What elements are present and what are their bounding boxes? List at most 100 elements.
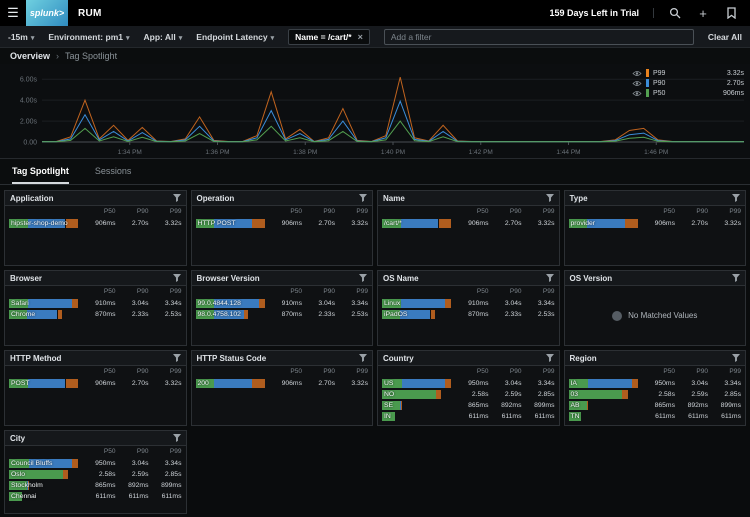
card-body: P50P90P9999.0.4844.128910ms3.04s3.34s98.… — [192, 286, 373, 345]
card-header: Application — [5, 191, 186, 206]
breadcrumb: Overview › Tag Spotlight — [0, 48, 750, 64]
card-browser: BrowserP50P90P99Safari910ms3.04s3.34sChr… — [4, 270, 187, 346]
tag-row[interactable]: Safari910ms3.04s3.34s — [9, 298, 182, 308]
tag-row[interactable]: Chennai611ms611ms611ms — [9, 491, 182, 501]
search-icon[interactable] — [668, 6, 682, 20]
splunk-logo[interactable]: splunk> — [26, 0, 68, 26]
y-axis-tick: 0.00 — [23, 140, 37, 147]
column-header: P90 — [675, 208, 708, 217]
tag-row[interactable]: 032.58s2.59s2.85s — [569, 389, 742, 399]
tag-row[interactable]: Stockholm865ms892ms899ms — [9, 480, 182, 490]
percentile-value: 2.53s — [522, 311, 555, 318]
breadcrumb-overview-link[interactable]: Overview — [10, 51, 50, 61]
tag-row[interactable]: 200906ms2.70s3.32s — [196, 378, 369, 388]
percentile-value: 3.32s — [149, 380, 182, 387]
percentile-value: 3.32s — [708, 220, 741, 227]
latency-bar: hipster-shop-demo — [9, 219, 79, 228]
tag-row[interactable]: US950ms3.04s3.34s — [382, 378, 555, 388]
tag-row[interactable]: Chrome870ms2.33s2.53s — [9, 309, 182, 319]
filter-funnel-icon[interactable] — [173, 434, 181, 442]
latency-bar: Chrome — [9, 310, 79, 319]
latency-bar: provider — [569, 219, 639, 228]
eye-icon — [632, 90, 642, 97]
latency-bar: 200 — [196, 379, 266, 388]
tag-row[interactable]: hipster-shop-demo906ms2.70s3.32s — [9, 218, 182, 228]
percentile-value: 899ms — [149, 482, 182, 489]
clear-all-button[interactable]: Clear All — [708, 32, 742, 42]
column-header: P50 — [642, 208, 675, 217]
percentile-value: 2.70s — [116, 220, 149, 227]
tag-row[interactable]: 98.0.4758.102870ms2.33s2.53s — [196, 309, 369, 319]
column-headers: P50P90P99 — [9, 368, 182, 377]
legend-item-p90[interactable]: P902.70s — [632, 78, 744, 88]
card-title: OS Version — [570, 274, 613, 283]
tag-row[interactable]: 99.0.4844.128910ms3.04s3.34s — [196, 298, 369, 308]
percentile-value: 611ms — [149, 493, 182, 500]
tag-row[interactable]: IA950ms3.04s3.34s — [569, 378, 742, 388]
column-header: P99 — [335, 368, 368, 377]
filter-funnel-icon[interactable] — [732, 194, 740, 202]
add-icon[interactable]: + — [696, 6, 710, 20]
percentile-value: 910ms — [83, 300, 116, 307]
add-filter-input[interactable] — [384, 29, 694, 45]
tab-sessions[interactable]: Sessions — [95, 166, 132, 184]
tag-row[interactable]: SE865ms892ms899ms — [382, 400, 555, 410]
column-headers: P50P90P99 — [9, 208, 182, 217]
legend-value: 906ms — [723, 90, 744, 97]
tag-row[interactable]: Oslo2.58s2.59s2.85s — [9, 469, 182, 479]
tag-row[interactable]: AB865ms892ms899ms — [569, 400, 742, 410]
percentile-value: 611ms — [675, 413, 708, 420]
breadcrumb-current: Tag Spotlight — [65, 51, 117, 61]
filter-funnel-icon[interactable] — [546, 194, 554, 202]
filter-funnel-icon[interactable] — [732, 274, 740, 282]
tag-row[interactable]: Linux910ms3.04s3.34s — [382, 298, 555, 308]
tag-row[interactable]: NO2.58s2.59s2.85s — [382, 389, 555, 399]
endpoint-latency-dropdown[interactable]: Endpoint Latency▾ — [196, 32, 274, 42]
filter-funnel-icon[interactable] — [173, 274, 181, 282]
filter-funnel-icon[interactable] — [359, 274, 367, 282]
tag-row[interactable]: iPadOS870ms2.33s2.53s — [382, 309, 555, 319]
percentile-value: 906ms — [456, 220, 489, 227]
bookmark-icon[interactable] — [724, 6, 738, 20]
percentile-value: 3.32s — [335, 380, 368, 387]
legend-item-p50[interactable]: P50906ms — [632, 88, 744, 98]
eye-icon — [632, 80, 642, 87]
hamburger-menu-icon[interactable]: ☰ — [0, 5, 26, 21]
tag-row[interactable]: TN611ms611ms611ms — [569, 411, 742, 421]
tag-label: hipster-shop-demo — [11, 219, 68, 228]
time-range-dropdown[interactable]: -15m▾ — [8, 32, 34, 42]
filter-funnel-icon[interactable] — [546, 354, 554, 362]
series-line-p50 — [42, 121, 744, 142]
filter-funnel-icon[interactable] — [359, 194, 367, 202]
column-header: P50 — [456, 368, 489, 377]
close-icon[interactable]: × — [358, 32, 363, 42]
tag-row[interactable]: HTTP POST906ms2.70s3.32s — [196, 218, 369, 228]
filter-funnel-icon[interactable] — [173, 354, 181, 362]
filter-pill-name-cart[interactable]: Name = /cart/* × — [288, 29, 370, 45]
legend-item-p99[interactable]: P993.32s — [632, 68, 744, 78]
card-title: Browser — [10, 274, 42, 283]
percentile-value: 2.59s — [489, 391, 522, 398]
filter-funnel-icon[interactable] — [173, 194, 181, 202]
tag-row[interactable]: POST906ms2.70s3.32s — [9, 378, 182, 388]
percentile-value: 2.70s — [302, 220, 335, 227]
environment-dropdown[interactable]: Environment: pm1▾ — [48, 32, 129, 42]
percentile-value: 2.58s — [642, 391, 675, 398]
tag-row[interactable]: IN611ms611ms611ms — [382, 411, 555, 421]
tag-row[interactable]: /cart/*906ms2.70s3.32s — [382, 218, 555, 228]
tag-row[interactable]: Council Bluffs950ms3.04s3.34s — [9, 458, 182, 468]
filter-funnel-icon[interactable] — [359, 354, 367, 362]
card-header: City — [5, 431, 186, 446]
card-header: HTTP Status Code — [192, 351, 373, 366]
latency-bar: Stockholm — [9, 481, 79, 490]
percentile-value: 3.04s — [116, 460, 149, 467]
percentile-value: 2.59s — [675, 391, 708, 398]
app-dropdown[interactable]: App: All▾ — [144, 32, 183, 42]
filter-funnel-icon[interactable] — [546, 274, 554, 282]
chevron-down-icon: ▾ — [126, 35, 130, 42]
app-title: RUM — [78, 8, 102, 19]
column-header: P90 — [116, 448, 149, 457]
filter-funnel-icon[interactable] — [732, 354, 740, 362]
tag-row[interactable]: provider906ms2.70s3.32s — [569, 218, 742, 228]
tab-tag-spotlight[interactable]: Tag Spotlight — [12, 166, 69, 184]
